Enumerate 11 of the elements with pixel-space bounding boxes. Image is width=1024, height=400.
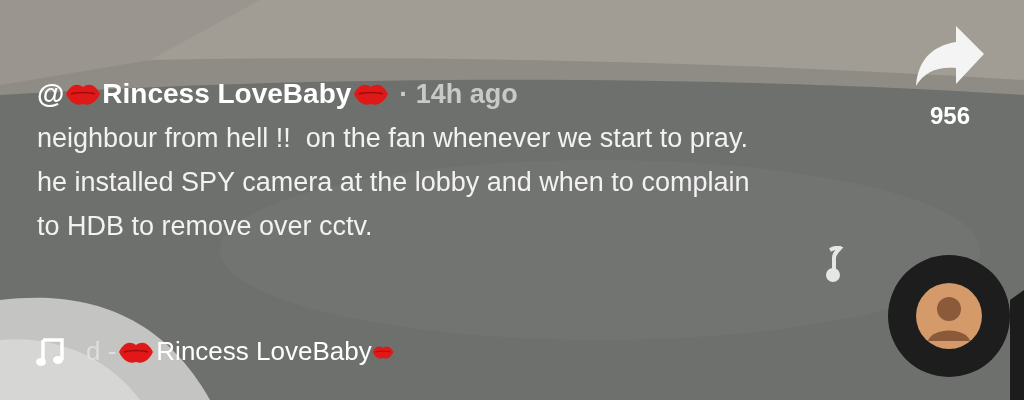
username-prefix: @ [37, 77, 65, 111]
music-note-icon [36, 336, 64, 367]
music-note-icon [824, 246, 844, 282]
share-arrow-icon[interactable] [914, 24, 986, 88]
username-link[interactable]: Rincess LoveBaby [102, 73, 352, 115]
avatar-icon [916, 283, 982, 349]
share-count: 956 [929, 101, 970, 131]
lips-icon [65, 82, 102, 106]
post-time: · 14h ago [399, 77, 518, 111]
caption-text: neighbour from hell !! on the fan whenever we start to pray. he installed SPY camera at the lobby and when to complain to HDB to remove over cctv. [37, 122, 751, 243]
lips-icon [353, 82, 390, 106]
